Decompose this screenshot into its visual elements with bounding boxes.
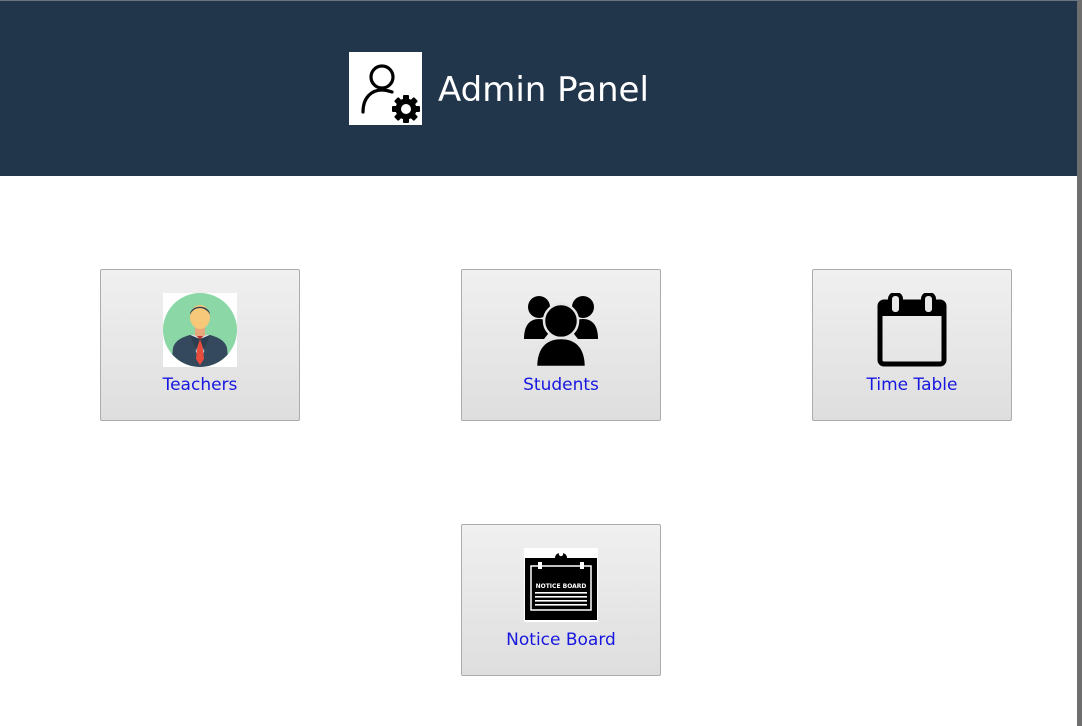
notice-board-button[interactable]: NOTICE BOARD Notice Board [461, 524, 661, 676]
notice-board-icon: NOTICE BOARD [524, 548, 598, 622]
header-bar: Admin Panel [0, 0, 1077, 176]
teachers-button[interactable]: Teachers [100, 269, 300, 421]
notice-board-label: Notice Board [506, 630, 616, 650]
students-label: Students [523, 375, 599, 395]
students-group-icon [524, 293, 598, 369]
teachers-label: Teachers [162, 375, 238, 395]
notice-board-icon-text: NOTICE BOARD [536, 583, 587, 590]
admin-settings-icon [349, 52, 422, 125]
students-button[interactable]: Students [461, 269, 661, 421]
time-table-button[interactable]: Time Table [812, 269, 1012, 421]
page-title: Admin Panel [438, 70, 649, 110]
calendar-icon [875, 292, 949, 367]
teacher-icon [163, 293, 237, 367]
time-table-label: Time Table [866, 375, 958, 395]
